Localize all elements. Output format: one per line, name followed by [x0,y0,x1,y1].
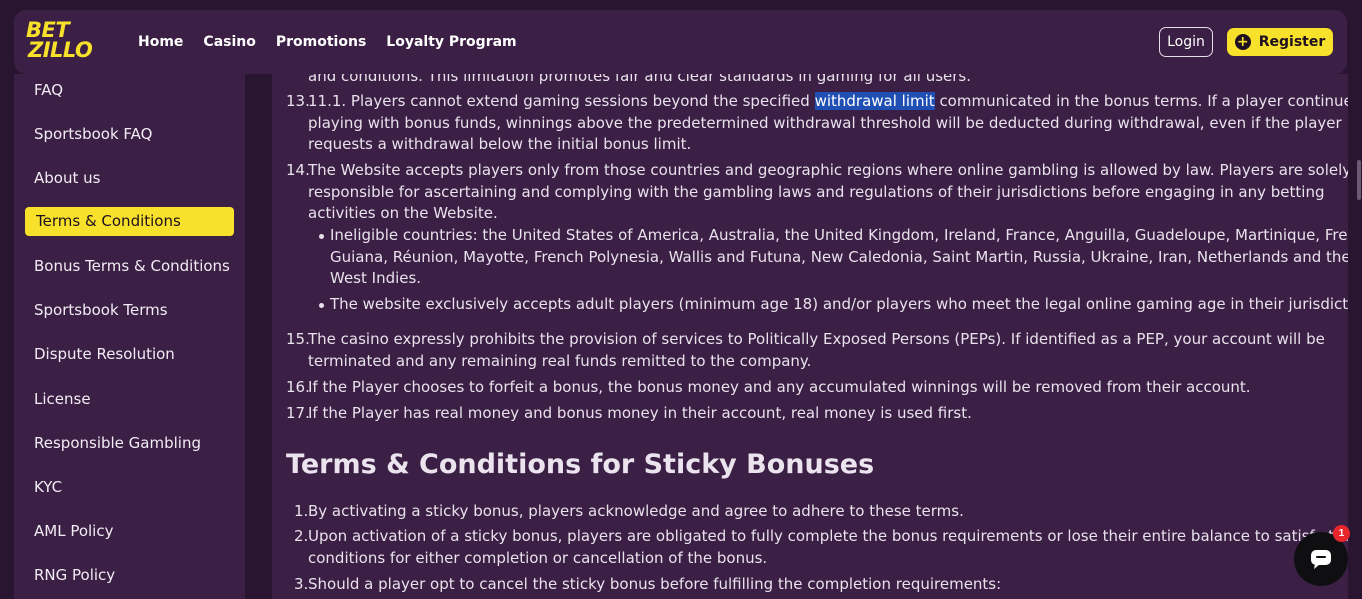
scrollbar-thumb[interactable] [1357,160,1361,200]
sidebar-item-license[interactable]: License [34,390,91,408]
main-nav: Home Casino Promotions Loyalty Program [138,10,517,74]
chat-bubble-icon [1311,550,1331,569]
login-button[interactable]: Login [1159,27,1213,57]
sidebar-item-sportsbook-terms[interactable]: Sportsbook Terms [34,301,168,319]
sidebar-item-rng-policy[interactable]: RNG Policy [34,566,115,584]
list-number-2: 2. [294,527,309,545]
sidebar-item-sportsbook-faq[interactable]: Sportsbook FAQ [34,125,152,143]
terms-content: and conditions. This limitation promotes… [272,74,1348,599]
list-number-15: 15. [286,330,310,348]
bullet-1-line-3: West Indies. [330,269,422,287]
item-17-line-1: If the Player has real money and bonus m… [308,404,972,422]
item-14-line-1: The Website accepts players only from th… [308,161,1348,179]
plus-icon: + [1234,34,1251,50]
sticky-item-1-line-1: By activating a sticky bonus, players ac… [308,502,964,520]
bullet-dot [319,234,324,239]
sticky-item-2-line-2: conditions for either completion or canc… [308,549,768,567]
nav-home[interactable]: Home [138,34,183,50]
cut-off-line: and conditions. This limitation promotes… [308,74,971,85]
item-13-line-2: playing with bonus funds, winnings above… [308,114,1342,132]
nav-promotions[interactable]: Promotions [276,34,366,50]
sidebar-item-bonus-terms[interactable]: Bonus Terms & Conditions [34,257,230,275]
item-13-line-1: 11.1. Players cannot extend gaming sessi… [308,91,1348,113]
nav-casino[interactable]: Casino [203,34,255,50]
nav-loyalty-program[interactable]: Loyalty Program [386,34,516,50]
item-13-line-3: requests a withdrawal below the initial … [308,135,692,153]
sidebar-item-dispute-resolution[interactable]: Dispute Resolution [34,345,175,363]
item-13-text-b: communicated in the bonus terms. If a pl… [934,92,1348,110]
betzillo-logo[interactable]: BET ZILLO [26,20,106,64]
sidebar-item-about-us[interactable]: About us [34,169,100,187]
notification-badge: 1 [1333,525,1350,542]
sidebar: FAQ Sportsbook FAQ About us Terms & Cond… [14,74,245,599]
list-number-1: 1. [294,502,309,520]
item-15-line-1: The casino expressly prohibits the provi… [308,330,1325,348]
list-number-16: 16. [286,378,310,396]
sidebar-item-aml-policy[interactable]: AML Policy [34,522,113,540]
list-number-14: 14. [286,161,310,179]
list-number-3: 3. [294,575,309,593]
selected-text-highlight[interactable]: withdrawal limit [814,92,935,110]
bullet-dot [319,303,324,308]
sidebar-item-kyc[interactable]: KYC [34,478,62,496]
bullet-2-line-1: The website exclusively accepts adult pl… [330,295,1348,313]
list-number-13: 13. [286,92,310,110]
section-heading: Terms & Conditions for Sticky Bonuses [286,449,875,480]
register-label: Register [1258,34,1326,50]
item-16-line-1: If the Player chooses to forfeit a bonus… [308,378,1251,396]
item-15-line-2: terminated and any remaining real funds … [308,352,812,370]
top-header: BET ZILLO Home Casino Promotions Loyalty… [14,10,1347,74]
item-14-line-2: responsible for ascertaining and complyi… [308,183,1325,201]
item-14-line-3: activities on the Website. [308,204,498,222]
register-button[interactable]: + Register [1227,28,1333,56]
logo-line-2: ZILLO [28,38,93,62]
sticky-item-3-line-1: Should a player opt to cancel the sticky… [308,575,1002,593]
bullet-1-line-2: Guiana, Réunion, Mayotte, French Polynes… [330,248,1348,266]
logo-line-1: BET [26,18,70,42]
page-scrollbar[interactable] [1356,0,1362,599]
list-number-17: 17. [286,404,310,422]
sidebar-item-responsible-gambling[interactable]: Responsible Gambling [34,434,201,452]
item-13-text-a: 11.1. Players cannot extend gaming sessi… [308,92,815,110]
sidebar-item-terms-conditions[interactable]: Terms & Conditions [25,207,234,236]
sticky-item-2-line-1: Upon activation of a sticky bonus, playe… [308,527,1348,545]
sidebar-item-faq[interactable]: FAQ [34,81,63,99]
bullet-1-line-1: Ineligible countries: the United States … [330,226,1348,244]
